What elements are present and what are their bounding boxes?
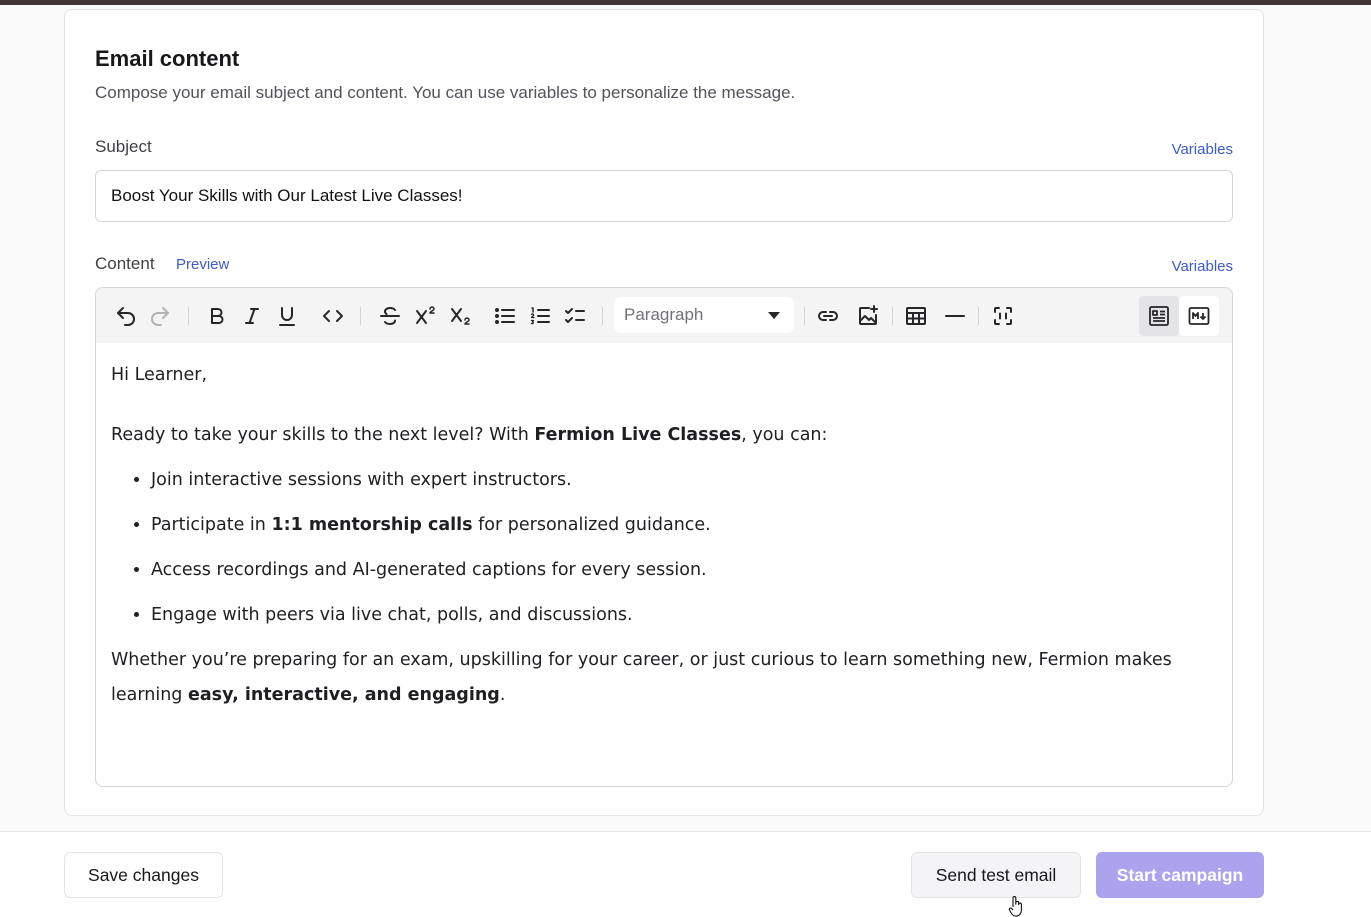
subject-input[interactable] xyxy=(95,170,1233,222)
list-item: Participate in 1:1 mentorship calls for … xyxy=(151,508,1211,543)
toolbar-divider xyxy=(804,307,805,325)
chevron-down-icon xyxy=(768,312,780,319)
block-type-select[interactable]: Paragraph xyxy=(614,297,794,333)
undo-icon[interactable] xyxy=(110,300,142,332)
toolbar-divider xyxy=(360,307,361,325)
redo-icon[interactable] xyxy=(144,300,176,332)
block-type-value: Paragraph xyxy=(624,305,704,324)
list-item: Access recordings and AI-generated capti… xyxy=(151,553,1211,588)
email-content-card: Email content Compose your email subject… xyxy=(64,9,1264,816)
bold-icon[interactable] xyxy=(201,300,233,332)
task-list-icon[interactable] xyxy=(559,300,591,332)
markdown-mode-icon[interactable] xyxy=(1179,296,1219,336)
strikethrough-icon[interactable] xyxy=(374,300,406,332)
content-label: Content xyxy=(95,254,155,273)
section-title: Email content xyxy=(95,46,240,71)
subject-variables-link[interactable]: Variables xyxy=(1172,141,1233,158)
toolbar-divider xyxy=(602,307,603,325)
greeting-paragraph: Hi Learner, xyxy=(111,365,208,385)
editor-toolbar: Paragraph xyxy=(96,288,1232,343)
preview-link[interactable]: Preview xyxy=(176,256,229,273)
toolbar-divider xyxy=(188,307,189,325)
link-icon[interactable] xyxy=(812,300,844,332)
subject-label: Subject xyxy=(95,137,152,156)
feature-list: Join interactive sessions with expert in… xyxy=(111,463,1211,633)
rich-text-mode-icon[interactable] xyxy=(1139,296,1179,336)
intro-paragraph: Ready to take your skills to the next le… xyxy=(111,425,828,445)
content-variables-link[interactable]: Variables xyxy=(1172,258,1233,275)
code-icon[interactable] xyxy=(317,300,349,332)
section-description: Compose your email subject and content. … xyxy=(95,83,796,102)
bullet-list-icon[interactable] xyxy=(489,300,521,332)
horizontal-rule-icon[interactable] xyxy=(939,300,971,332)
list-item: Join interactive sessions with expert in… xyxy=(151,463,1211,498)
ordered-list-icon[interactable] xyxy=(524,300,556,332)
toolbar-divider xyxy=(892,307,893,325)
list-item: Engage with peers via live chat, polls, … xyxy=(151,598,1211,633)
image-icon[interactable] xyxy=(852,300,884,332)
fullscreen-icon[interactable] xyxy=(987,300,1019,332)
top-bar xyxy=(0,0,1371,5)
underline-icon[interactable] xyxy=(271,300,303,332)
table-icon[interactable] xyxy=(900,300,932,332)
rich-text-editor: Paragraph Hi Learner, Ready to take your… xyxy=(95,287,1233,787)
closing-paragraph: Whether you’re preparing for an exam, up… xyxy=(111,650,1172,705)
hand-cursor-icon xyxy=(1008,896,1022,917)
italic-icon[interactable] xyxy=(236,300,268,332)
toolbar-divider xyxy=(978,307,979,325)
send-test-email-button[interactable]: Send test email xyxy=(911,852,1081,898)
start-campaign-button[interactable]: Start campaign xyxy=(1096,852,1264,898)
save-changes-button[interactable]: Save changes xyxy=(64,852,223,898)
subscript-icon[interactable] xyxy=(445,300,477,332)
editor-content[interactable]: Hi Learner, Ready to take your skills to… xyxy=(111,358,1211,713)
superscript-icon[interactable] xyxy=(410,300,442,332)
action-footer: Save changes Send test email Start campa… xyxy=(0,831,1371,917)
